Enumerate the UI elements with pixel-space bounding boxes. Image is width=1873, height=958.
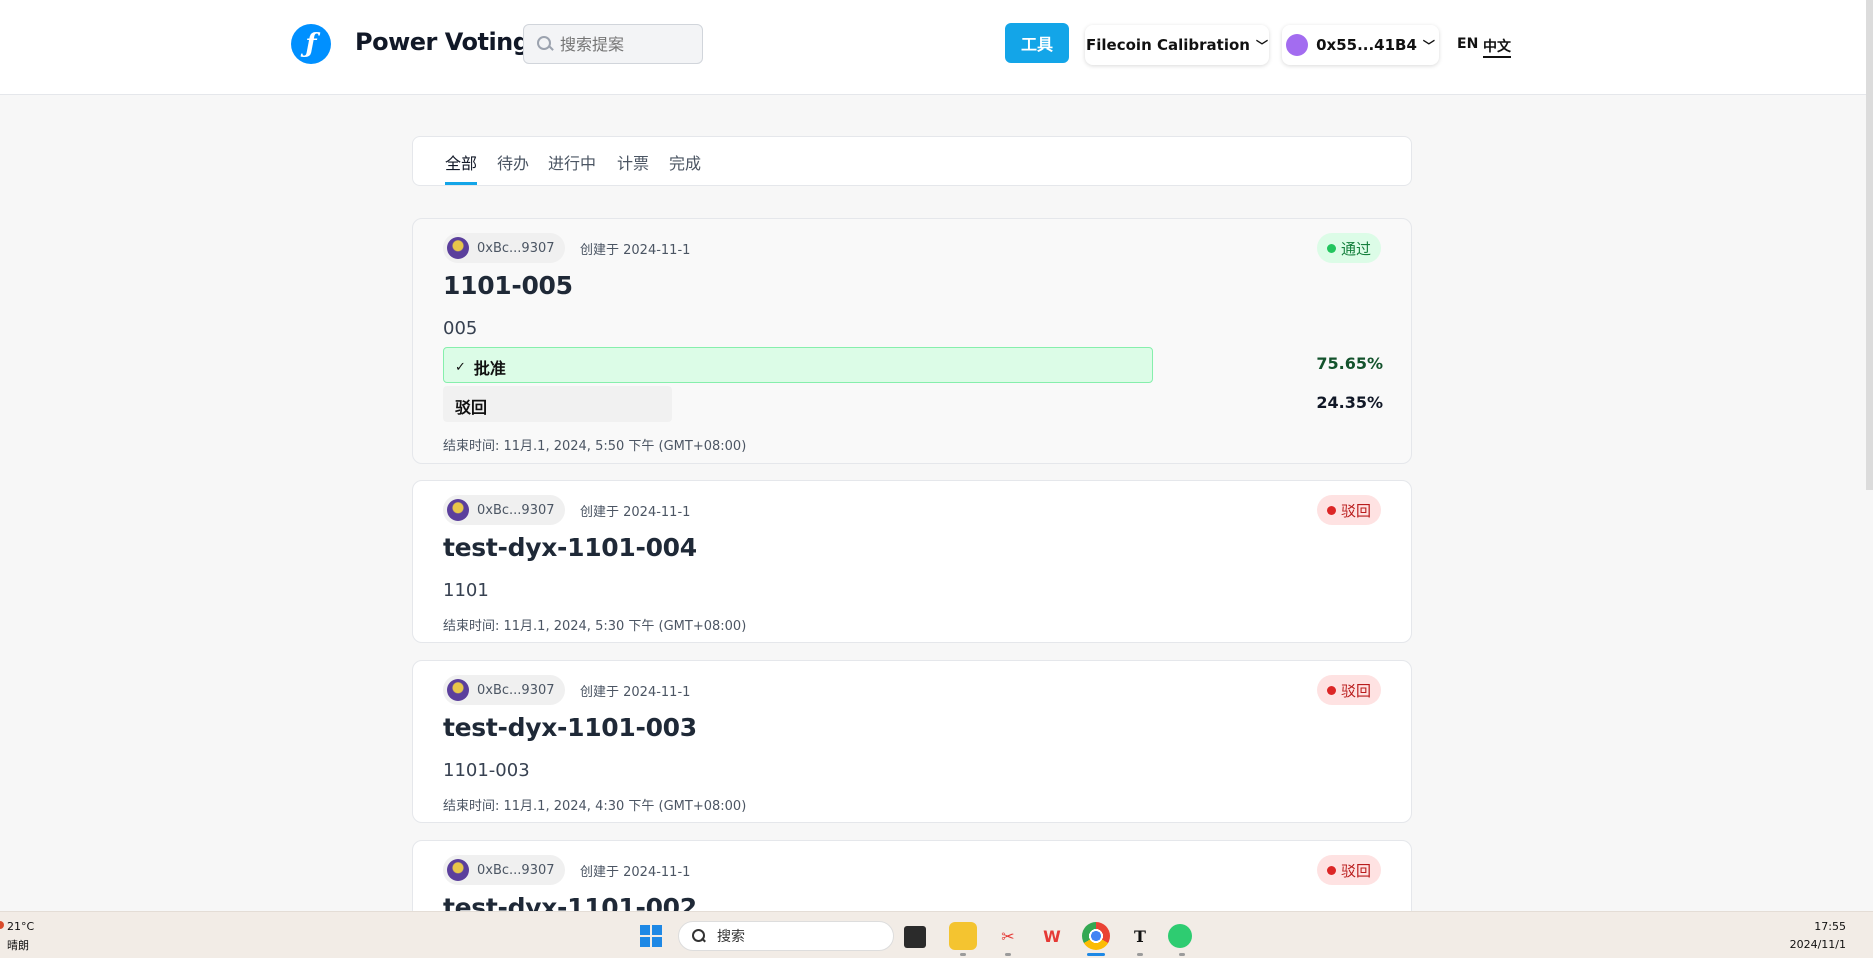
avatar — [447, 237, 469, 259]
reject-percent: 24.35% — [1316, 393, 1383, 412]
wps-icon[interactable]: W — [1038, 922, 1066, 950]
created-date: 创建于 2024-11-1 — [580, 865, 691, 880]
created-date: 创建于 2024-11-1 — [580, 243, 691, 258]
weather-temp[interactable]: 21°C — [7, 920, 34, 933]
status-dot-icon — [1326, 865, 1336, 875]
proposal-card[interactable]: 0xBc...9307 创建于 2024-11-1 通过 1101-005 00… — [412, 218, 1412, 464]
author-chip[interactable]: 0xBc...9307 — [443, 233, 565, 263]
windows-start-icon[interactable] — [640, 925, 662, 947]
author-address: 0xBc...9307 — [477, 502, 555, 518]
author-address: 0xBc...9307 — [477, 862, 555, 878]
avatar — [447, 679, 469, 701]
chrome-icon[interactable] — [1082, 922, 1110, 950]
reject-label: 驳回 — [455, 398, 488, 417]
vote-option-reject: 驳回 — [443, 386, 1153, 422]
lang-zh-link[interactable]: 中文 — [1483, 36, 1511, 58]
end-time: 结束时间: 11月.1, 2024, 4:30 下午 (GMT+08:00) — [443, 799, 747, 814]
status-badge: 驳回 — [1316, 855, 1381, 885]
author-address: 0xBc...9307 — [477, 240, 555, 256]
vote-option-label: 驳回 — [455, 394, 487, 418]
clock-date[interactable]: 2024/11/1 — [1790, 938, 1846, 951]
snipping-tool-icon[interactable]: ✂ — [994, 922, 1022, 950]
proposal-card[interactable]: 0xBc...9307 创建于 2024-11-1 驳回 test-dyx-11… — [412, 660, 1412, 823]
running-indicator — [960, 953, 966, 956]
proposal-title[interactable]: 1101-005 — [443, 271, 573, 300]
network-selector[interactable]: Filecoin Calibration ﹀ — [1085, 25, 1269, 65]
author-chip[interactable]: 0xBc...9307 — [443, 495, 565, 525]
author-address: 0xBc...9307 — [477, 682, 555, 698]
status-tabs: 全部 待办 进行中 计票 完成 — [412, 136, 1412, 186]
created-date: 创建于 2024-11-1 — [580, 505, 691, 520]
avatar — [447, 499, 469, 521]
end-time: 结束时间: 11月.1, 2024, 5:50 下午 (GMT+08:00) — [443, 439, 747, 454]
tab-in-progress[interactable]: 进行中 — [548, 150, 596, 174]
proposal-title[interactable]: test-dyx-1101-004 — [443, 533, 697, 562]
author-chip[interactable]: 0xBc...9307 — [443, 675, 565, 705]
status-badge: 驳回 — [1316, 675, 1381, 705]
vote-bar-fill — [443, 347, 1153, 383]
proposal-desc: 1101-003 — [443, 760, 530, 781]
typora-icon[interactable]: T — [1126, 922, 1154, 950]
wechat-icon[interactable] — [1168, 924, 1192, 948]
active-app-indicator — [1087, 953, 1105, 956]
status-label: 驳回 — [1340, 501, 1371, 520]
approve-percent: 75.65% — [1316, 354, 1383, 373]
proposal-title[interactable]: test-dyx-1101-003 — [443, 713, 697, 742]
check-icon: ✓ — [455, 359, 466, 375]
end-time: 结束时间: 11月.1, 2024, 5:30 下午 (GMT+08:00) — [443, 619, 747, 634]
windows-taskbar: 21°C 晴朗 搜索 ✂ W T 17:55 2024/11/1 — [0, 911, 1873, 958]
taskbar-search-label: 搜索 — [717, 929, 745, 945]
vote-option-approve: ✓ 批准 — [443, 347, 1153, 383]
weather-desc[interactable]: 晴朗 — [7, 937, 29, 953]
running-indicator — [1179, 953, 1185, 956]
tab-all[interactable]: 全部 — [445, 150, 477, 174]
brand-title[interactable]: Power Voting — [355, 28, 530, 56]
task-view-icon[interactable] — [904, 926, 926, 948]
vote-option-label: ✓ 批准 — [455, 355, 506, 379]
wallet-button[interactable]: 0x55...41B4 ﹀ — [1282, 25, 1439, 65]
taskbar-search[interactable]: 搜索 — [678, 921, 894, 951]
running-indicator — [1005, 953, 1011, 956]
avatar — [447, 859, 469, 881]
author-chip[interactable]: 0xBc...9307 — [443, 855, 565, 885]
running-indicator — [1137, 953, 1143, 956]
proposal-desc: 005 — [443, 318, 478, 339]
page-scrollbar[interactable] — [1866, 0, 1873, 490]
status-badge: 驳回 — [1316, 495, 1381, 525]
search-box[interactable] — [523, 24, 703, 64]
wallet-address: 0x55...41B4 — [1316, 36, 1417, 54]
search-icon — [536, 35, 554, 53]
filecoin-logo-icon[interactable]: ƒ — [291, 24, 331, 64]
wallet-avatar — [1286, 34, 1309, 56]
tab-pending[interactable]: 待办 — [497, 150, 529, 174]
approve-label: 批准 — [473, 359, 506, 378]
status-dot-icon — [1326, 685, 1336, 695]
file-explorer-icon[interactable] — [949, 922, 977, 950]
created-date: 创建于 2024-11-1 — [580, 685, 691, 700]
tools-button[interactable]: 工具 — [1005, 23, 1069, 63]
chevron-down-icon: ﹀ — [1255, 38, 1268, 53]
tab-counting[interactable]: 计票 — [617, 150, 649, 174]
top-header: ƒ Power Voting 工具 Filecoin Calibration ﹀… — [0, 0, 1873, 95]
status-badge: 通过 — [1316, 233, 1381, 263]
proposal-desc: 1101 — [443, 580, 489, 601]
lang-en-link[interactable]: EN — [1457, 36, 1478, 52]
search-input[interactable] — [560, 34, 690, 54]
network-label: Filecoin Calibration — [1086, 36, 1250, 54]
status-label: 驳回 — [1340, 681, 1371, 700]
status-label: 驳回 — [1340, 861, 1371, 880]
tab-completed[interactable]: 完成 — [669, 150, 701, 174]
search-icon — [691, 928, 707, 944]
weather-icon[interactable] — [0, 921, 4, 929]
status-label: 通过 — [1340, 239, 1371, 258]
active-tab-indicator — [445, 182, 477, 185]
status-dot-icon — [1326, 243, 1336, 253]
clock-time[interactable]: 17:55 — [1814, 920, 1846, 933]
status-dot-icon — [1326, 505, 1336, 515]
chevron-down-icon: ﹀ — [1422, 38, 1435, 53]
proposal-card[interactable]: 0xBc...9307 创建于 2024-11-1 驳回 test-dyx-11… — [412, 480, 1412, 643]
